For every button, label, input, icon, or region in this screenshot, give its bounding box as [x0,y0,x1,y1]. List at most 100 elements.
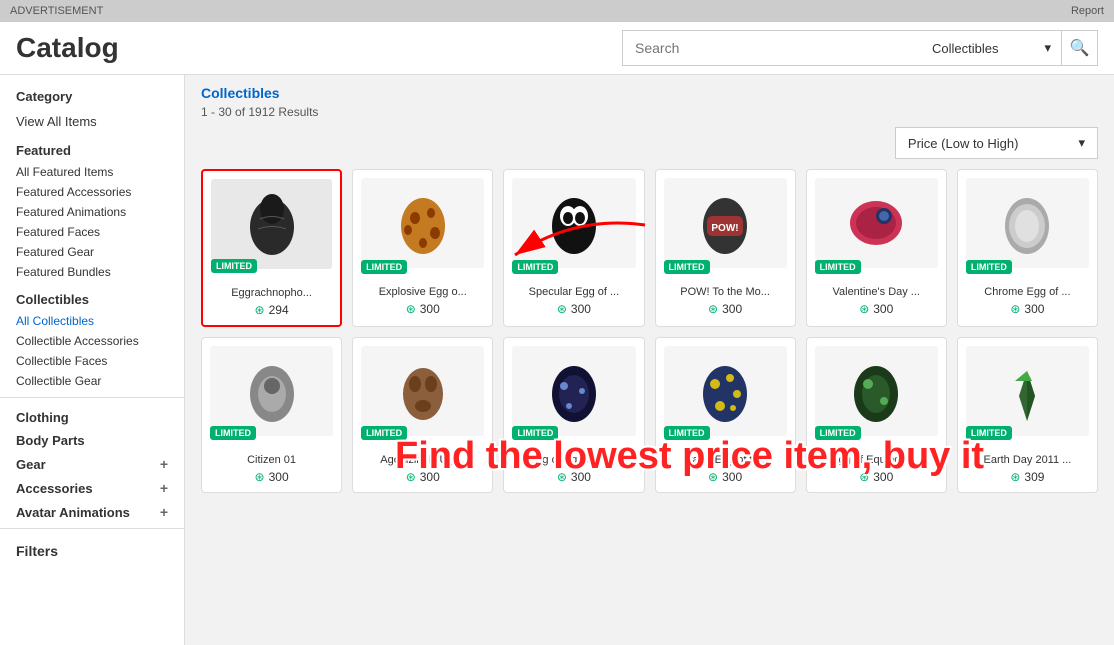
item-price: ⊛ 300 [557,470,591,484]
item-image [966,178,1089,268]
header: Catalog Collectibles ▾ 🔍 [0,22,1114,75]
price-value: 300 [722,470,742,484]
table-row[interactable]: LIMITED Egg of Equinox: ... ⊛ 300 [806,337,947,493]
price-value: 300 [571,470,591,484]
item-image [361,178,484,268]
sidebar-item-featured-accessories[interactable]: Featured Accessories [0,182,184,202]
results-info: 1 - 30 of 1912 Results [201,105,1098,119]
item-name: Egg of Equinox: ... [512,454,635,466]
item-name: Starry Egg of th... [664,454,787,466]
table-row[interactable]: LIMITED Specular Egg of ... ⊛ 300 [503,169,644,327]
report-link[interactable]: Report [1071,5,1104,17]
item-price: ⊛ 300 [859,302,893,316]
gear-header[interactable]: Gear + [0,450,184,474]
item-image [664,346,787,436]
sidebar-item-all-featured[interactable]: All Featured Items [0,162,184,182]
sidebar-item-featured-gear[interactable]: Featured Gear [0,242,184,262]
main-layout: Category View All Items Featured All Fea… [0,75,1114,645]
sidebar-item-featured-bundles[interactable]: Featured Bundles [0,262,184,282]
sidebar: Category View All Items Featured All Fea… [0,75,185,645]
search-icon: 🔍 [1070,38,1090,58]
item-price: ⊛ 300 [406,470,440,484]
item-image [966,346,1089,436]
accessories-header[interactable]: Accessories + [0,474,184,498]
gear-expand-icon: + [160,456,168,472]
sidebar-item-collectible-accessories[interactable]: Collectible Accessories [0,331,184,351]
filters-header: Filters [0,535,184,567]
price-value: 300 [1024,302,1044,316]
robux-icon: ⊛ [859,470,869,484]
sidebar-item-collectible-gear[interactable]: Collectible Gear [0,371,184,391]
price-value: 300 [269,470,289,484]
items-grid: LIMITED Eggrachnopho... ⊛ 294 [201,169,1098,493]
item-image [211,179,332,269]
search-button[interactable]: 🔍 [1062,30,1098,66]
limited-badge: LIMITED [361,260,407,274]
item-name: Specular Egg of ... [512,286,635,298]
item-image [512,178,635,268]
limited-badge: LIMITED [512,426,558,440]
price-value: 300 [873,470,893,484]
sort-row: Price (Low to High) ▾ [201,127,1098,159]
table-row[interactable]: LIMITED Eggrachnopho... ⊛ 294 [201,169,342,327]
sort-chevron-icon: ▾ [1078,135,1085,151]
sort-label: Price (Low to High) [908,136,1019,151]
table-row[interactable]: LIMITED Citizen 01 ⊛ 300 [201,337,342,493]
item-price: ⊛ 309 [1010,470,1044,484]
item-image [815,346,938,436]
item-name: Valentine's Day ... [815,286,938,298]
category-selected-label: Collectibles [932,41,998,56]
sidebar-item-featured-animations[interactable]: Featured Animations [0,202,184,222]
item-name: Eggrachnopho... [211,287,332,299]
table-row[interactable]: LIMITED Valentine's Day ... ⊛ 300 [806,169,947,327]
body-parts-header[interactable]: Body Parts [0,427,184,450]
item-image: POW! [664,178,787,268]
robux-icon: ⊛ [557,302,567,316]
category-dropdown[interactable]: Collectibles ▾ [922,30,1062,66]
robux-icon: ⊛ [255,470,265,484]
sidebar-item-all-collectibles[interactable]: All Collectibles [0,311,184,331]
limited-badge: LIMITED [664,260,710,274]
limited-badge: LIMITED [512,260,558,274]
table-row[interactable]: LIMITED Agonizingly Ugl... ⊛ 300 [352,337,493,493]
table-row[interactable]: LIMITED Explosive Egg o... ⊛ 300 [352,169,493,327]
table-row[interactable]: LIMITED Earth Day 2011 ... ⊛ 309 [957,337,1098,493]
breadcrumb-collectibles[interactable]: Collectibles [201,85,280,101]
item-price: ⊛ 300 [1010,302,1044,316]
robux-icon: ⊛ [406,470,416,484]
limited-badge: LIMITED [210,426,256,440]
sidebar-item-collectible-faces[interactable]: Collectible Faces [0,351,184,371]
limited-badge: LIMITED [211,259,257,273]
table-row[interactable]: LIMITED Egg of Equinox: ... ⊛ 300 [503,337,644,493]
collectibles-header: Collectibles [0,288,184,311]
item-price: ⊛ 300 [557,302,591,316]
item-price: ⊛ 300 [708,470,742,484]
robux-icon: ⊛ [1010,302,1020,316]
item-name: Explosive Egg o... [361,286,484,298]
sort-select[interactable]: Price (Low to High) ▾ [895,127,1098,159]
item-name: POW! To the Mo... [664,286,787,298]
item-name: Chrome Egg of ... [966,286,1089,298]
sidebar-item-featured-faces[interactable]: Featured Faces [0,222,184,242]
breadcrumb-nav: Collectibles [201,85,1098,101]
item-name: Earth Day 2011 ... [966,454,1089,466]
limited-badge: LIMITED [361,426,407,440]
clothing-header[interactable]: Clothing [0,404,184,427]
table-row[interactable]: LIMITED Chrome Egg of ... ⊛ 300 [957,169,1098,327]
table-row[interactable]: LIMITED Starry Egg of th... ⊛ 300 [655,337,796,493]
item-image [361,346,484,436]
item-image [512,346,635,436]
avatar-animations-expand-icon: + [160,504,168,520]
item-name: Citizen 01 [210,454,333,466]
view-all-items-link[interactable]: View All Items [0,108,184,135]
item-image [210,346,333,436]
avatar-animations-header[interactable]: Avatar Animations + [0,498,184,522]
ad-bar: ADVERTISEMENT Report [0,0,1114,22]
robux-icon: ⊛ [255,303,265,317]
search-input[interactable] [622,30,922,66]
robux-icon: ⊛ [557,470,567,484]
price-value: 300 [420,470,440,484]
table-row[interactable]: POW! LIMITED POW! To the Mo... ⊛ 300 [655,169,796,327]
price-value: 300 [571,302,591,316]
price-value: 294 [269,303,289,317]
